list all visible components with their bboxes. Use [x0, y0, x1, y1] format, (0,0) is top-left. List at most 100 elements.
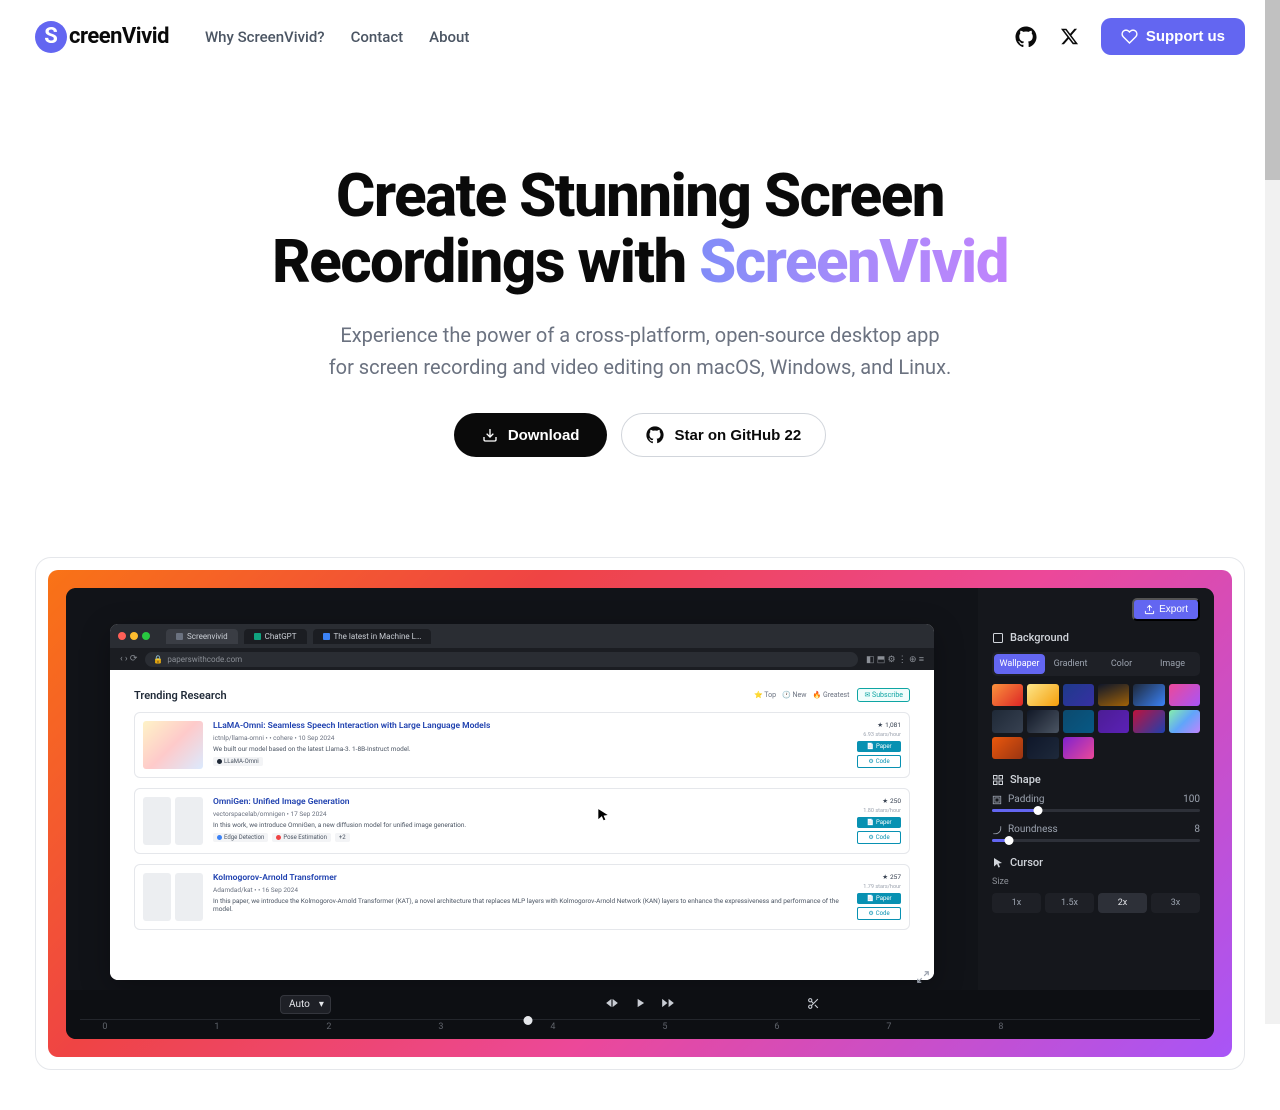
browser-addressbar: ‹ › ⟳ 🔒paperswithcode.com ◧ ⬒ ⚙ ⋮ ⊕ ≡ [110, 648, 934, 670]
paper-desc: In this work, we introduce OmniGen, a ne… [213, 821, 843, 829]
paper-btn: 📄 Paper [857, 893, 901, 904]
paper-title: Kolmogorov-Arnold Transformer [213, 873, 843, 883]
support-button[interactable]: Support us [1101, 18, 1245, 55]
paper-card: LLaMA-Omni: Seamless Speech Interaction … [134, 712, 910, 778]
padding-icon [992, 795, 1002, 805]
padding-label: Padding [1008, 794, 1045, 805]
paper-thumbnail [143, 873, 171, 921]
wallpaper-option[interactable] [1169, 710, 1200, 732]
timeline-ruler[interactable]: 0 1 2 3 4 5 6 7 8 [80, 1019, 1200, 1037]
star-github-button[interactable]: Star on GitHub 22 [621, 413, 826, 457]
screenshot-card: Screenvivid ChatGPT The latest in Machin… [35, 557, 1245, 1070]
download-label: Download [508, 427, 580, 444]
trending-heading: Trending Research [134, 689, 227, 702]
seg-15x[interactable]: 1.5x [1045, 893, 1094, 913]
hero-title-accent: ScreenVivid [699, 226, 1008, 297]
logo-text: creenVivid [69, 24, 169, 49]
seg-3x[interactable]: 3x [1151, 893, 1200, 913]
wallpaper-option[interactable] [1027, 710, 1058, 732]
paper-rate: 1.79 stars/hour [863, 884, 901, 890]
wallpaper-option[interactable] [1169, 684, 1200, 706]
traffic-max-icon [142, 632, 150, 640]
paper-rate: 6.93 stars/hour [863, 732, 901, 738]
browser-content: Trending Research ⭐ Top 🕐 New 🔥 Greatest… [110, 670, 934, 980]
editor-canvas: Screenvivid ChatGPT The latest in Machin… [66, 588, 978, 990]
paper-thumbnail [175, 873, 203, 921]
paper-meta: vectorspacelab/omnigen • 17 Sep 2024 [213, 810, 843, 818]
paper-card: OmniGen: Unified Image Generation vector… [134, 788, 910, 854]
nav-about[interactable]: About [429, 28, 469, 46]
url-field: 🔒paperswithcode.com [145, 652, 858, 667]
expand-icon [916, 970, 930, 984]
speed-select[interactable]: Auto ▾ [280, 995, 331, 1014]
recorded-browser: Screenvivid ChatGPT The latest in Machin… [110, 624, 934, 980]
wallpaper-option[interactable] [992, 737, 1023, 759]
bg-tab-image[interactable]: Image [1147, 654, 1198, 674]
roundness-icon [992, 825, 1002, 835]
bg-tab-wallpaper[interactable]: Wallpaper [994, 654, 1045, 674]
nav-contact[interactable]: Contact [351, 28, 404, 46]
paper-btn: 📄 Paper [857, 817, 901, 828]
hero-ctas: Download Star on GitHub 22 [35, 413, 1245, 457]
hero-title: Create Stunning Screen Recordings with S… [35, 163, 1245, 295]
paper-btn: ⚙ Code [857, 755, 901, 768]
paper-thumbnail [175, 797, 203, 845]
filter-greatest: 🔥 Greatest [812, 691, 849, 699]
traffic-min-icon [130, 632, 138, 640]
wallpaper-option[interactable] [1063, 710, 1094, 732]
scroll-thumb[interactable] [1265, 0, 1280, 180]
wallpaper-option[interactable] [1063, 684, 1094, 706]
wallpaper-option[interactable] [1133, 684, 1164, 706]
nav-arrows-icon: ‹ › ⟳ [120, 654, 137, 664]
traffic-close-icon [118, 632, 126, 640]
filter-new: 🕐 New [782, 691, 806, 699]
wallpaper-option[interactable] [1098, 684, 1129, 706]
seg-1x[interactable]: 1x [992, 893, 1041, 913]
seg-2x[interactable]: 2x [1098, 893, 1147, 913]
bg-type-tabs[interactable]: Wallpaper Gradient Color Image [992, 652, 1200, 676]
export-label: Export [1159, 604, 1188, 615]
download-icon [482, 427, 498, 443]
wallpaper-option[interactable] [992, 710, 1023, 732]
roundness-slider[interactable] [992, 839, 1200, 842]
scissors-icon[interactable] [807, 997, 820, 1013]
wallpaper-option[interactable] [1098, 710, 1129, 732]
wallpaper-option[interactable] [1027, 737, 1058, 759]
paper-card: Kolmogorov-Arnold Transformer Adamdad/ka… [134, 864, 910, 930]
editor-sidepanel: Export Background Wallpaper Gradient Col… [978, 588, 1214, 990]
bg-tab-color[interactable]: Color [1096, 654, 1147, 674]
github-icon[interactable] [1013, 24, 1039, 50]
cursor-size-segmented[interactable]: 1x 1.5x 2x 3x [992, 893, 1200, 913]
download-button[interactable]: Download [454, 413, 608, 457]
hero: Create Stunning Screen Recordings with S… [35, 73, 1245, 497]
play-icon[interactable] [633, 996, 647, 1013]
rewind-icon[interactable] [605, 996, 619, 1013]
wallpaper-option[interactable] [1063, 737, 1094, 759]
forward-icon[interactable] [661, 996, 675, 1013]
export-button[interactable]: Export [1132, 598, 1200, 621]
scrollbar[interactable] [1265, 0, 1280, 1024]
cursor-icon [596, 808, 610, 822]
roundness-label: Roundness [1008, 824, 1058, 835]
frame-icon [992, 632, 1004, 644]
app-window: Screenvivid ChatGPT The latest in Machin… [66, 588, 1214, 1039]
padding-slider[interactable] [992, 809, 1200, 812]
paper-likes: ★ 1,081 [877, 721, 901, 729]
section-shape: Shape [992, 773, 1200, 786]
section-cursor: Cursor [992, 856, 1200, 869]
github-icon [646, 426, 664, 444]
paper-btn: 📄 Paper [857, 741, 901, 752]
wallpaper-option[interactable] [992, 684, 1023, 706]
paper-btn: ⚙ Code [857, 907, 901, 920]
timeline: Auto ▾ 0 1 2 3 4 5 6 7 [66, 990, 1214, 1039]
paper-title: OmniGen: Unified Image Generation [213, 797, 843, 807]
browser-tab: ChatGPT [244, 629, 307, 644]
nav-why[interactable]: Why ScreenVivid? [205, 28, 325, 46]
wallpaper-option[interactable] [1027, 684, 1058, 706]
logo[interactable]: S creenVivid [35, 21, 169, 53]
x-icon[interactable] [1057, 24, 1083, 50]
wallpaper-option[interactable] [1133, 710, 1164, 732]
bg-tab-gradient[interactable]: Gradient [1045, 654, 1096, 674]
paper-likes: ★ 257 [882, 873, 901, 881]
paper-meta: Adamdad/kat • • 16 Sep 2024 [213, 886, 843, 894]
